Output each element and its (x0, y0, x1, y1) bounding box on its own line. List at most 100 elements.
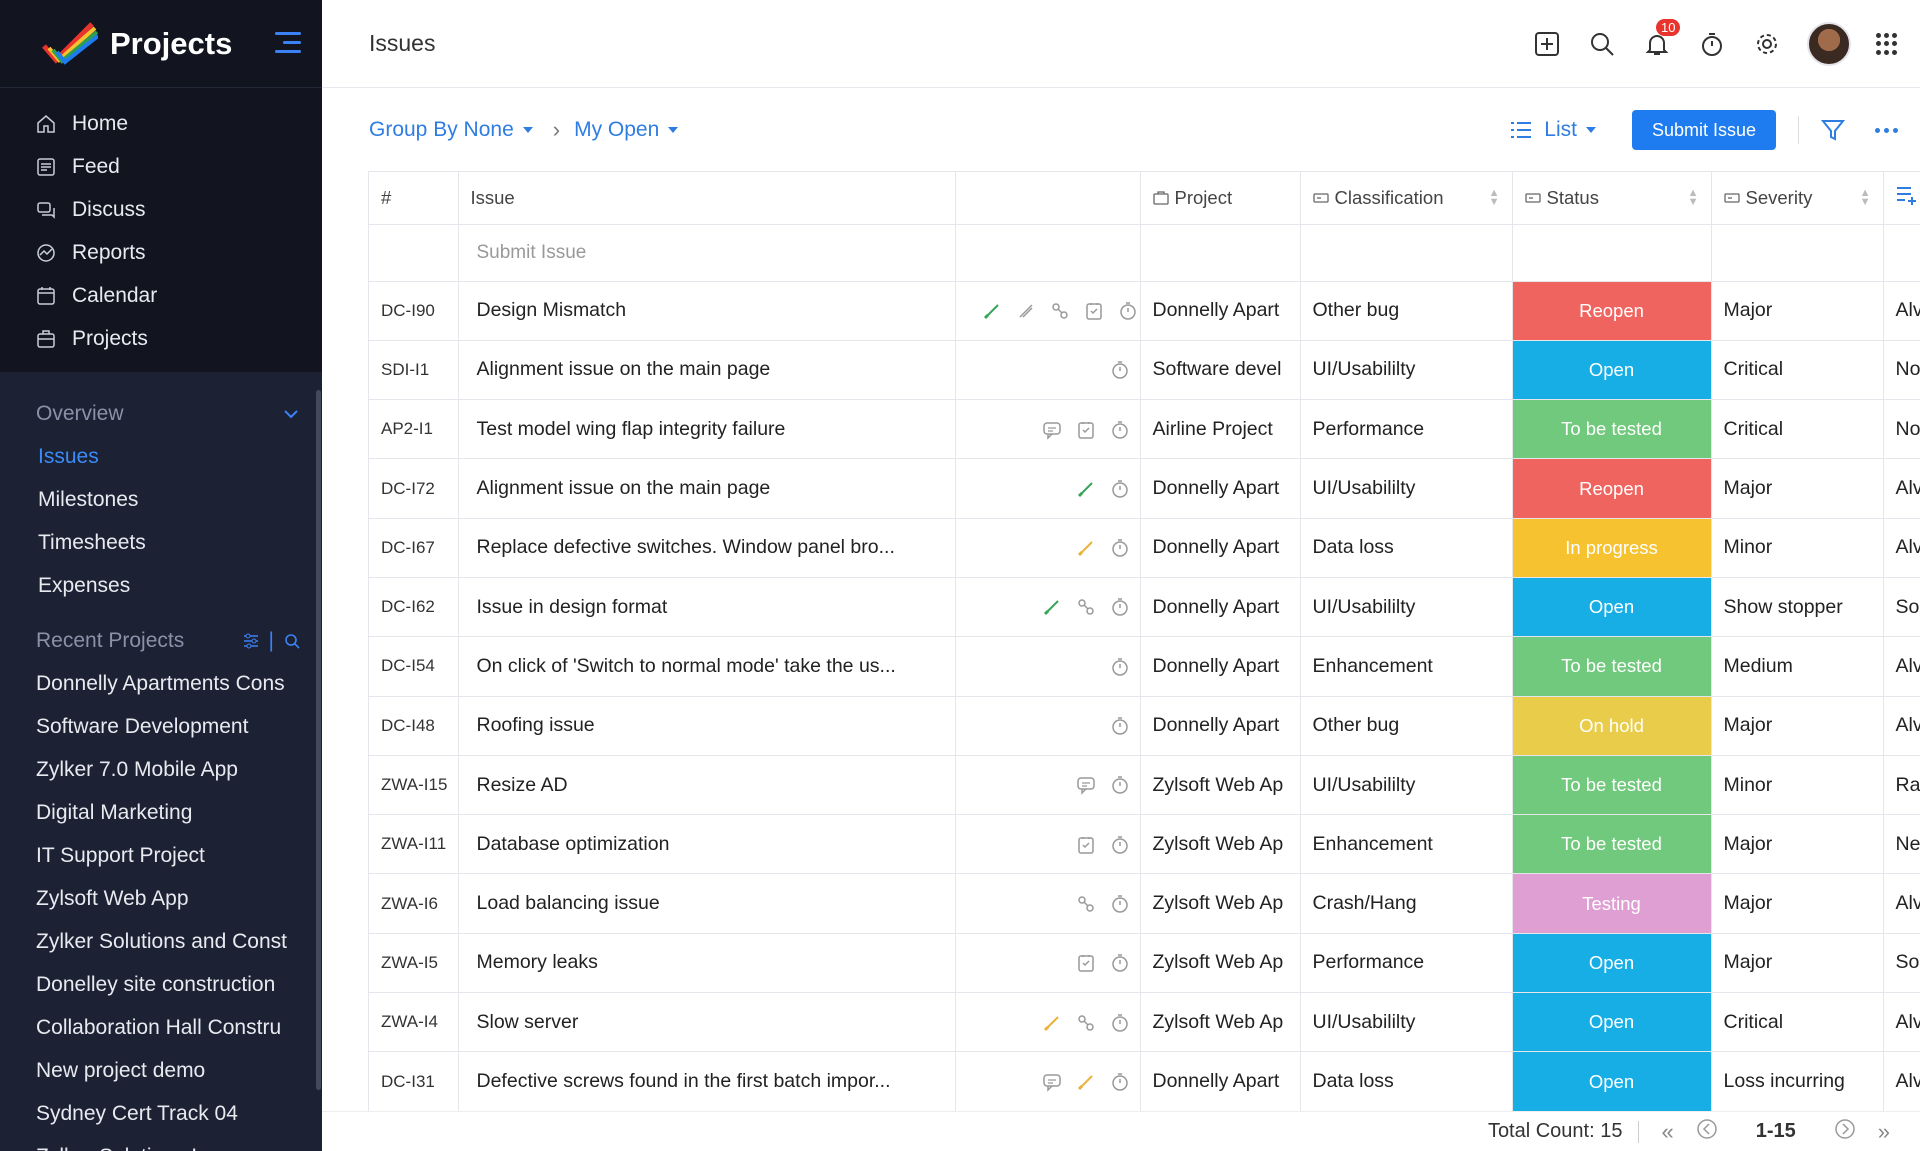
table-row[interactable]: DC-I90 Design Mismatch Donnelly Apart Other… (369, 281, 1920, 341)
severity-cell[interactable]: Loss incurring (1711, 1051, 1884, 1111)
project-cell[interactable]: Donnelly Apart (1140, 636, 1301, 697)
timer-icon[interactable] (1110, 953, 1130, 973)
issue-id[interactable]: ZWA-I5 (369, 933, 459, 994)
status-badge[interactable]: Open (1512, 577, 1712, 638)
issue-title[interactable]: Alignment issue on the main page (458, 458, 956, 519)
add-column-icon[interactable] (1896, 185, 1918, 206)
comment-icon[interactable] (1076, 775, 1096, 796)
severity-cell[interactable]: Major (1711, 458, 1884, 519)
table-row[interactable]: AP2-I1 Test model wing flap integrity fai… (369, 399, 1920, 460)
status-badge[interactable]: Open (1512, 1051, 1712, 1111)
chevron-down-icon[interactable] (284, 409, 298, 419)
status-badge[interactable]: Testing (1512, 873, 1712, 934)
timer-icon[interactable] (1110, 657, 1130, 677)
timer-icon[interactable] (1110, 1013, 1130, 1033)
attachment-icon[interactable] (1076, 1013, 1096, 1033)
filter-sliders-icon[interactable] (243, 633, 259, 649)
severity-cell[interactable]: Major (1711, 814, 1884, 875)
link-icon[interactable] (1042, 597, 1062, 617)
issue-id[interactable]: DC-I67 (369, 518, 459, 578)
project-cell[interactable]: Donnelly Apart (1140, 1051, 1301, 1111)
column-header-add[interactable] (1883, 172, 1920, 225)
sidebar-item-timesheets[interactable]: Timesheets (0, 521, 322, 564)
notification-bell-icon[interactable]: 10 (1642, 19, 1681, 59)
overview-header[interactable]: Overview (0, 392, 322, 435)
project-cell[interactable]: Donnelly Apart (1140, 577, 1301, 638)
classification-cell[interactable]: Crash/Hang (1300, 873, 1513, 934)
project-cell[interactable]: Zylsoft Web Ap (1140, 873, 1301, 934)
column-header-status[interactable]: Status ▲ ▼ (1512, 172, 1712, 225)
recent-project-item[interactable]: Sydney Cert Track 04 (0, 1092, 296, 1135)
issue-id[interactable]: ZWA-I15 (369, 755, 459, 816)
timer-icon[interactable] (1110, 360, 1130, 380)
task-icon[interactable] (1076, 420, 1096, 440)
attachment-icon[interactable] (1050, 301, 1070, 321)
classification-cell[interactable]: UI/Usabililty (1300, 992, 1513, 1053)
column-header-classification[interactable]: Classification ▲ ▼ (1300, 172, 1513, 225)
issue-id[interactable]: AP2-I1 (369, 399, 459, 460)
status-badge[interactable]: Open (1512, 340, 1712, 401)
issue-id[interactable]: SDI-I1 (369, 340, 459, 401)
project-cell[interactable]: Zylsoft Web Ap (1140, 814, 1301, 875)
issue-title[interactable]: Database optimization (458, 814, 956, 875)
issue-title[interactable]: Test model wing flap integrity failure (458, 399, 956, 460)
issue-title[interactable]: Memory leaks (458, 933, 956, 994)
timer-icon[interactable] (1110, 894, 1130, 914)
timer-icon[interactable] (1110, 420, 1130, 440)
view-filter-dropdown[interactable]: My Open (574, 118, 679, 142)
project-cell[interactable]: Donnelly Apart (1140, 458, 1301, 519)
attachment-icon[interactable] (1076, 597, 1096, 617)
table-row[interactable]: DC-I31 Defective screws found in the firs… (369, 1051, 1920, 1111)
timer-icon[interactable] (1110, 538, 1130, 558)
classification-cell[interactable]: Enhancement (1300, 636, 1513, 697)
table-row[interactable]: DC-I54 On click of 'Switch to normal mode… (369, 636, 1920, 697)
recent-project-item[interactable]: Collaboration Hall Constru (0, 1006, 296, 1049)
status-badge[interactable]: Open (1512, 992, 1712, 1053)
table-row[interactable]: ZWA-I11 Database optimization Zylsoft Web … (369, 814, 1920, 875)
classification-cell[interactable]: Performance (1300, 933, 1513, 994)
submit-issue-button[interactable]: Submit Issue (1631, 110, 1776, 150)
timer-icon[interactable] (1110, 775, 1130, 795)
last-page-icon[interactable]: » (1878, 1119, 1890, 1145)
project-cell[interactable]: Donnelly Apart (1140, 281, 1301, 341)
sidebar-item-reports[interactable]: Reports (0, 231, 322, 274)
sidebar-item-discuss[interactable]: Discuss (0, 188, 322, 231)
submit-issue-input[interactable]: Submit Issue (458, 224, 956, 282)
issue-id[interactable]: DC-I48 (369, 696, 459, 756)
recent-project-item[interactable]: Zylker 7.0 Mobile App (0, 748, 296, 791)
table-row[interactable]: ZWA-I6 Load balancing issue Zylsoft Web Ap… (369, 873, 1920, 934)
column-header-number[interactable]: # (369, 172, 459, 225)
recent-project-item[interactable]: Donnelly Apartments Cons (0, 662, 296, 705)
sidebar-item-milestones[interactable]: Milestones (0, 478, 322, 521)
sort-icon[interactable]: ▲ ▼ (1688, 187, 1699, 207)
sort-icon[interactable]: ▲ ▼ (1489, 187, 1500, 207)
project-cell[interactable]: Software devel (1140, 340, 1301, 401)
classification-cell[interactable]: UI/Usabililty (1300, 577, 1513, 638)
recent-project-item[interactable]: Digital Marketing (0, 791, 296, 834)
sidebar-item-calendar[interactable]: Calendar (0, 274, 322, 317)
status-badge[interactable]: Reopen (1512, 458, 1712, 519)
task-icon[interactable] (1076, 953, 1096, 973)
link-icon[interactable] (1042, 1013, 1062, 1033)
issue-title[interactable]: Alignment issue on the main page (458, 340, 956, 401)
issue-id[interactable]: DC-I31 (369, 1051, 459, 1111)
status-badge[interactable]: To be tested (1512, 814, 1712, 875)
view-mode-dropdown[interactable]: List (1510, 118, 1596, 142)
severity-cell[interactable]: Major (1711, 873, 1884, 934)
group-by-dropdown[interactable]: Group By None (369, 118, 533, 142)
severity-cell[interactable]: Minor (1711, 518, 1884, 578)
attachment-icon[interactable] (1076, 894, 1096, 914)
user-avatar[interactable] (1807, 22, 1851, 66)
project-cell[interactable]: Airline Project (1140, 399, 1301, 460)
column-header-severity[interactable]: Severity ▲ ▼ (1711, 172, 1884, 225)
issue-title[interactable]: Load balancing issue (458, 873, 956, 934)
status-badge[interactable]: To be tested (1512, 755, 1712, 816)
classification-cell[interactable]: Data loss (1300, 1051, 1513, 1111)
link-icon[interactable] (1016, 301, 1036, 321)
project-cell[interactable]: Zylsoft Web Ap (1140, 933, 1301, 994)
issue-id[interactable]: DC-I72 (369, 458, 459, 519)
timer-icon[interactable] (1697, 29, 1727, 59)
comment-icon[interactable] (1042, 420, 1062, 440)
link-icon[interactable] (1076, 538, 1096, 558)
sidebar-item-issues[interactable]: Issues (0, 435, 322, 478)
